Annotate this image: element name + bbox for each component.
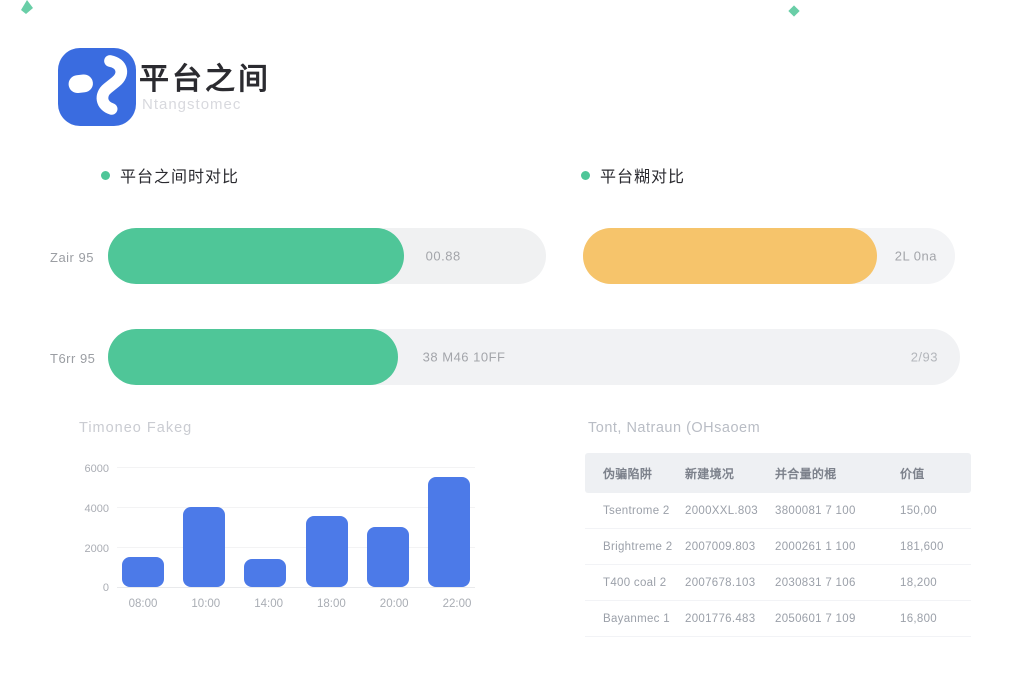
table-cell: 18,200: [900, 577, 971, 589]
chart-bar: [306, 516, 348, 587]
chart-bar: [428, 477, 470, 587]
dashboard-page: 平台之间 Ntangstomec 平台之间时对比 平台糊对比 Zair 95 0…: [0, 0, 1024, 678]
table-cell: Tsentrome 2: [603, 505, 685, 517]
y-tick-label: 2000: [75, 543, 109, 555]
table-cell: 2007678.103: [685, 577, 775, 589]
table-cell: Bayanmec 1: [603, 613, 685, 625]
data-table: 伪骗陷阱 新建境况 并合量的棍 价值 Tsentrome 2 2000XXL.8…: [585, 453, 971, 637]
legend-dot-icon: [101, 171, 110, 180]
bar-chart-plot-area: 6000 4000 2000 0: [117, 456, 475, 588]
y-tick-label: 6000: [75, 463, 109, 475]
x-tick-label: 18:00: [309, 598, 353, 610]
table-row: Bayanmec 1 2001776.483 2050601 7 109 16,…: [585, 601, 971, 637]
table-cell: 2000XXL.803: [685, 505, 775, 517]
gridline: [117, 467, 475, 468]
comparison-row1-right-track: 2L 0na: [583, 228, 955, 284]
table-cell: T400 coal 2: [603, 577, 685, 589]
comparison-row2-label: T6rr 95: [50, 351, 95, 366]
legend-dot-icon: [581, 171, 590, 180]
table-header-cell: 新建境况: [685, 465, 775, 482]
page-subtitle: Ntangstomec: [142, 96, 241, 113]
legend-label: 平台糊对比: [600, 163, 685, 187]
legend-item-left[interactable]: 平台之间时对比: [101, 163, 239, 187]
table-row: T400 coal 2 2007678.103 2030831 7 106 18…: [585, 565, 971, 601]
comparison-row1-right-fill: [583, 228, 877, 284]
table-header-row: 伪骗陷阱 新建境况 并合量的棍 价值: [585, 453, 971, 493]
table-cell: 2030831 7 106: [775, 577, 900, 589]
bar-chart-title: Timoneo Fakeg: [79, 420, 192, 436]
logo-icon: [58, 48, 136, 126]
chart-bar: [367, 527, 409, 587]
legend-item-right[interactable]: 平台糊对比: [581, 163, 685, 187]
comparison-row1-left-track: 00.88: [108, 228, 546, 284]
x-tick-label: 22:00: [435, 598, 479, 610]
table-title: Tont, Natraun (OHsaoem: [588, 420, 760, 436]
x-axis-line: [117, 587, 475, 588]
chart-bar: [244, 559, 286, 587]
table-cell: 2000261 1 100: [775, 541, 900, 553]
x-tick-label: 14:00: [247, 598, 291, 610]
comparison-row2-right-value: 2/93: [911, 350, 938, 365]
table-header-cell: 并合量的棍: [775, 465, 900, 482]
table-cell: 150,00: [900, 505, 971, 517]
comparison-row2-value: 38 M46 10FF: [423, 350, 506, 365]
table-row: Tsentrome 2 2000XXL.803 3800081 7 100 15…: [585, 493, 971, 529]
decor-accent-left: [20, 0, 36, 16]
table-cell: Brightreme 2: [603, 541, 685, 553]
table-cell: 2007009.803: [685, 541, 775, 553]
x-tick-label: 20:00: [372, 598, 416, 610]
comparison-row2-fill: [108, 329, 398, 385]
bar-chart: 6000 4000 2000 0 08:00 10:00 14:00 18:00…: [75, 450, 483, 620]
decor-accent-right: [787, 4, 801, 18]
x-tick-label: 10:00: [184, 598, 228, 610]
y-tick-label: 4000: [75, 503, 109, 515]
x-axis-labels: 08:00 10:00 14:00 18:00 20:00 22:00: [121, 598, 479, 610]
app-logo: [58, 48, 136, 126]
table-cell: 3800081 7 100: [775, 505, 900, 517]
comparison-row1-label: Zair 95: [50, 250, 94, 265]
bar-group: [121, 477, 471, 587]
comparison-row2-track: 38 M46 10FF 2/93: [108, 329, 960, 385]
table-header-cell: 价值: [900, 465, 971, 482]
x-tick-label: 08:00: [121, 598, 165, 610]
table-cell: 16,800: [900, 613, 971, 625]
y-tick-label: 0: [75, 582, 109, 594]
chart-bar: [122, 557, 164, 587]
comparison-row1-left-value: 00.88: [426, 249, 461, 264]
comparison-row1-right-value: 2L 0na: [895, 249, 937, 264]
table-header-cell: 伪骗陷阱: [603, 465, 685, 482]
table-cell: 181,600: [900, 541, 971, 553]
table-cell: 2001776.483: [685, 613, 775, 625]
comparison-row1-left-fill: [108, 228, 404, 284]
legend-label: 平台之间时对比: [120, 163, 239, 187]
table-cell: 2050601 7 109: [775, 613, 900, 625]
table-row: Brightreme 2 2007009.803 2000261 1 100 1…: [585, 529, 971, 565]
page-title: 平台之间: [139, 54, 271, 98]
chart-bar: [183, 507, 225, 587]
